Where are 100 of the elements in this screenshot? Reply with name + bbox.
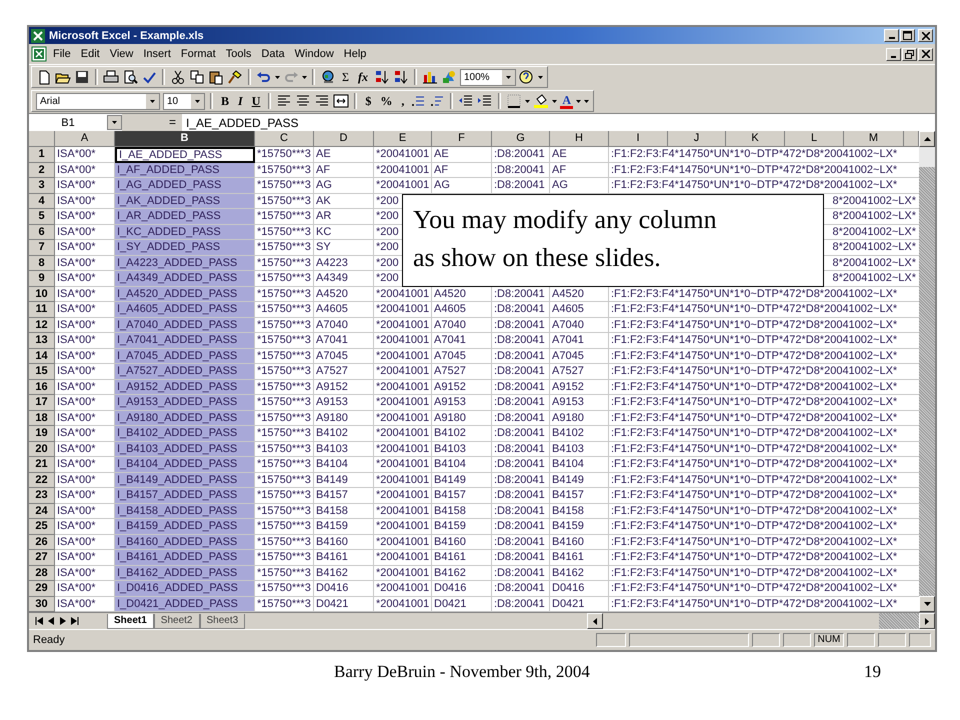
- autosum-button[interactable]: Σ: [339, 70, 352, 84]
- print-preview-icon[interactable]: [122, 69, 138, 85]
- borders-icon[interactable]: [506, 93, 522, 109]
- font-size-dropdown[interactable]: 10: [163, 92, 205, 110]
- row-header[interactable]: 2: [29, 162, 55, 178]
- column-header[interactable]: G: [492, 131, 550, 147]
- menu-item[interactable]: View: [106, 48, 138, 60]
- formula-input[interactable]: I_AE_ADDED_PASS: [182, 116, 298, 130]
- dropdown-arrow-icon[interactable]: [112, 121, 117, 124]
- column-header[interactable]: M: [844, 131, 904, 147]
- column-header[interactable]: C: [255, 131, 314, 147]
- close-button[interactable]: [918, 48, 933, 60]
- scroll-left-icon[interactable]: [593, 618, 597, 624]
- scroll-thumb[interactable]: [919, 147, 935, 167]
- percent-button[interactable]: %: [377, 94, 396, 108]
- fill-color-icon[interactable]: [533, 93, 550, 109]
- column-header[interactable]: [904, 131, 919, 147]
- hyperlink-icon[interactable]: [320, 69, 336, 85]
- column-header[interactable]: L: [785, 131, 844, 147]
- row-header[interactable]: 18: [29, 410, 55, 426]
- last-sheet-icon[interactable]: [69, 615, 81, 627]
- row-header[interactable]: 21: [29, 457, 55, 472]
- menu-item[interactable]: Window: [290, 48, 338, 60]
- row-header[interactable]: 7: [29, 240, 55, 256]
- menu-item[interactable]: Tools: [222, 48, 256, 60]
- menu-item[interactable]: Edit: [76, 48, 104, 60]
- column-header[interactable]: D: [314, 131, 374, 147]
- copy-icon[interactable]: [189, 69, 205, 85]
- row-header[interactable]: 10: [29, 286, 55, 302]
- minimize-button[interactable]: [886, 48, 901, 60]
- row-header[interactable]: 12: [29, 318, 55, 333]
- first-sheet-icon[interactable]: [33, 615, 45, 627]
- cut-icon[interactable]: [170, 69, 186, 85]
- row-header[interactable]: 20: [29, 442, 55, 457]
- row-header[interactable]: 24: [29, 504, 55, 519]
- menu-item[interactable]: Help: [340, 48, 370, 60]
- row-header[interactable]: 30: [29, 596, 55, 612]
- close-button[interactable]: [918, 29, 933, 42]
- caret-icon[interactable]: [302, 76, 307, 78]
- row-header[interactable]: 15: [29, 364, 55, 380]
- column-header[interactable]: F: [432, 131, 492, 147]
- italic-button[interactable]: I: [235, 94, 246, 108]
- row-header[interactable]: 27: [29, 550, 55, 566]
- column-header[interactable]: E: [374, 131, 432, 147]
- paste-icon[interactable]: [208, 69, 224, 85]
- font-dropdown[interactable]: Arial: [36, 92, 160, 110]
- menu-item[interactable]: Insert: [139, 48, 175, 60]
- scroll-right-icon[interactable]: [925, 618, 929, 624]
- sort-ascending-icon[interactable]: [374, 69, 390, 85]
- row-header[interactable]: 9: [29, 271, 55, 286]
- row-header[interactable]: 23: [29, 488, 55, 504]
- row-header[interactable]: 28: [29, 566, 55, 581]
- row-header[interactable]: 29: [29, 581, 55, 596]
- comma-button[interactable]: ,: [398, 94, 408, 108]
- print-icon[interactable]: [103, 69, 119, 85]
- sort-descending-icon[interactable]: [392, 69, 409, 85]
- chart-icon[interactable]: [422, 69, 438, 85]
- column-header[interactable]: I: [609, 131, 668, 147]
- vertical-scrollbar[interactable]: [919, 131, 935, 612]
- row-header[interactable]: 14: [29, 348, 55, 364]
- row-header[interactable]: 25: [29, 519, 55, 534]
- column-header[interactable]: H: [550, 131, 609, 147]
- row-header[interactable]: 17: [29, 395, 55, 410]
- row-header[interactable]: 26: [29, 534, 55, 550]
- maximize-button[interactable]: [900, 29, 915, 42]
- workbook-icon[interactable]: [31, 46, 47, 62]
- row-header[interactable]: 1: [29, 147, 55, 162]
- currency-button[interactable]: $: [362, 94, 374, 108]
- insert-function-button[interactable]: fx: [354, 70, 371, 84]
- scroll-thumb[interactable]: [879, 613, 919, 629]
- bold-button[interactable]: B: [218, 94, 232, 108]
- caret-icon[interactable]: [525, 100, 530, 102]
- menu-item[interactable]: Data: [257, 48, 289, 60]
- sheet-tab[interactable]: Sheet1: [107, 614, 154, 628]
- row-header[interactable]: 22: [29, 472, 55, 488]
- font-color-button[interactable]: A: [560, 94, 574, 108]
- horizontal-scrollbar[interactable]: [587, 613, 935, 629]
- row-header[interactable]: 5: [29, 209, 55, 224]
- column-header[interactable]: K: [726, 131, 785, 147]
- help-icon[interactable]: [518, 69, 535, 85]
- column-header[interactable]: B: [115, 131, 255, 147]
- minimize-button[interactable]: [884, 29, 899, 42]
- select-all-button[interactable]: [29, 131, 55, 147]
- name-box[interactable]: B1: [29, 116, 107, 128]
- row-header[interactable]: 3: [29, 178, 55, 194]
- scroll-down-icon[interactable]: [924, 602, 930, 606]
- merge-cells-icon[interactable]: [333, 93, 350, 109]
- row-header[interactable]: 19: [29, 426, 55, 442]
- row-header[interactable]: 6: [29, 224, 55, 240]
- formula-equals[interactable]: =: [122, 114, 182, 131]
- caret-icon[interactable]: [538, 76, 543, 78]
- undo-icon[interactable]: [256, 69, 272, 85]
- column-header[interactable]: A: [55, 131, 115, 147]
- row-header[interactable]: 4: [29, 194, 55, 209]
- format-painter-icon[interactable]: [227, 69, 243, 85]
- underline-button[interactable]: U: [248, 94, 264, 108]
- zoom-dropdown[interactable]: 100%: [460, 68, 516, 86]
- menu-item[interactable]: File: [49, 48, 75, 60]
- row-header[interactable]: 8: [29, 256, 55, 271]
- sheet-tab[interactable]: Sheet3: [200, 614, 246, 628]
